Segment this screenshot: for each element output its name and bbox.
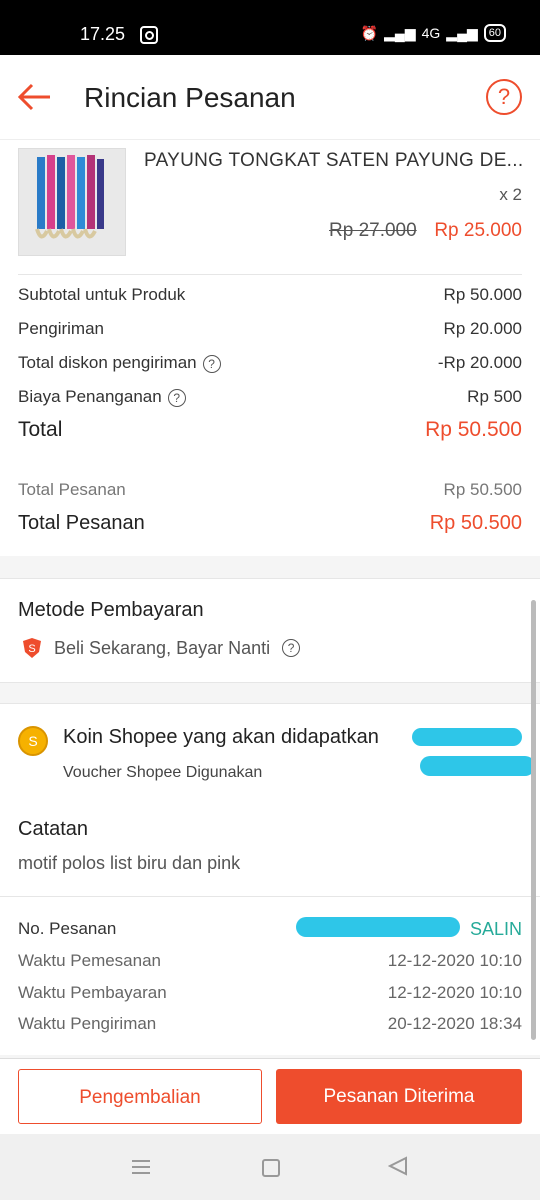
coin-icon: S [18,726,48,756]
order-time-value: 12-12-2020 10:10 [387,951,522,970]
shield-icon: S [23,638,41,658]
summary-value: Rp 50.000 [443,285,522,304]
shipping-time-label: Waktu Pengiriman [18,1014,157,1033]
product-thumbnail[interactable] [18,148,126,256]
umbrella-product-image [19,149,125,255]
order-time-row: Waktu Pemesanan 12-12-2020 10:10 [18,951,522,971]
svg-text:S: S [28,643,35,655]
help-icon[interactable]: ? [282,639,301,657]
scrollbar[interactable] [531,600,536,1040]
summary-label: Biaya Penanganan [18,387,162,406]
recent-apps-icon[interactable] [132,1160,150,1174]
product-section: PAYUNG TONGKAT SATEN PAYUNG DE... x 2 Rp… [0,140,540,458]
order-total-value: Rp 50.500 [429,512,522,534]
help-icon[interactable]: ? [202,354,221,373]
return-button[interactable]: Pengembalian [18,1069,262,1124]
system-nav-bar [0,1134,540,1200]
shipping-time-row: Waktu Pengiriman 20-12-2020 18:34 [18,1014,522,1034]
action-bar: Pengembalian Pesanan Diterima [0,1058,540,1134]
coins-section: S Koin Shopee yang akan didapatkan Vouch… [0,703,540,798]
network-label: 4G [421,25,441,41]
redaction-scribble [420,756,535,776]
summary-label: Pengiriman [18,319,104,338]
summary-label: Subtotal untuk Produk [18,285,186,304]
notes-text: motif polos list biru dan pink [18,853,241,873]
product-name[interactable]: PAYUNG TONGKAT SATEN PAYUNG DE... [144,150,523,172]
back-button[interactable] [14,77,58,117]
summary-value: -Rp 20.000 [437,353,522,372]
payment-method-label: Beli Sekarang, Bayar Nanti [54,637,271,658]
help-icon[interactable]: ? [167,388,186,407]
order-received-button[interactable]: Pesanan Diterima [276,1069,522,1124]
payment-title: Metode Pembayaran [18,599,204,621]
discounted-price: Rp 25.000 [434,220,522,241]
notes-title: Catatan [18,818,89,840]
order-total-label: Total Pesanan [18,512,145,534]
payment-section: Metode Pembayaran S Beli Sekarang, Bayar… [0,578,540,683]
original-price: Rp 27.000 [329,220,417,241]
help-icon[interactable]: ? [486,79,522,115]
shipping-time-value: 20-12-2020 18:34 [387,1014,522,1033]
arrow-left-icon [17,83,50,111]
payment-method: S Beli Sekarang, Bayar Nanti ? [22,637,301,659]
status-bar: 17.25 ⏰ ▂▄▆ 4G ▂▄▆ 60 [0,0,540,55]
signal-icon-2: ▂▄▆ [446,24,478,41]
payment-time-row: Waktu Pembayaran 12-12-2020 10:10 [18,983,522,1003]
page-title: Rincian Pesanan [84,82,296,113]
divider [18,274,522,275]
instagram-icon [140,26,158,44]
copy-button[interactable]: SALIN [470,919,522,940]
coins-title: Koin Shopee yang akan didapatkan [63,726,379,748]
redaction-scribble [412,728,522,746]
total-value: Rp 50.500 [425,418,522,441]
total-label: Total [18,418,63,441]
order-total-small-label: Total Pesanan [18,480,126,499]
notes-section: Catatan motif polos list biru dan pink [0,796,540,897]
summary-value: Rp 20.000 [443,319,522,338]
voucher-label: Voucher Shopee Digunakan [63,764,263,781]
order-total-small-value: Rp 50.500 [443,480,522,499]
redaction-scribble [296,917,460,937]
battery-icon: 60 [483,24,506,42]
order-number-label: No. Pesanan [18,919,117,938]
signal-icon: ▂▄▆ [384,24,416,41]
product-quantity: x 2 [499,185,522,204]
back-nav-icon[interactable] [388,1156,408,1176]
summary-value: Rp 500 [467,387,522,406]
payment-time-label: Waktu Pembayaran [18,983,167,1002]
order-info-section: No. Pesanan SALIN Waktu Pemesanan 12-12-… [0,897,540,1055]
payment-time-value: 12-12-2020 10:10 [387,983,522,1002]
alarm-icon: ⏰ [360,24,379,41]
home-icon[interactable] [262,1159,280,1177]
summary-label: Total diskon pengiriman [18,353,197,372]
order-total-section: Total Pesanan Rp 50.500 Total Pesanan Rp… [0,458,540,556]
app-header: Rincian Pesanan ? [0,55,540,140]
status-icons: ⏰ ▂▄▆ 4G ▂▄▆ 60 [361,24,506,42]
order-time-label: Waktu Pemesanan [18,951,161,970]
status-time: 17.25 [80,24,126,44]
